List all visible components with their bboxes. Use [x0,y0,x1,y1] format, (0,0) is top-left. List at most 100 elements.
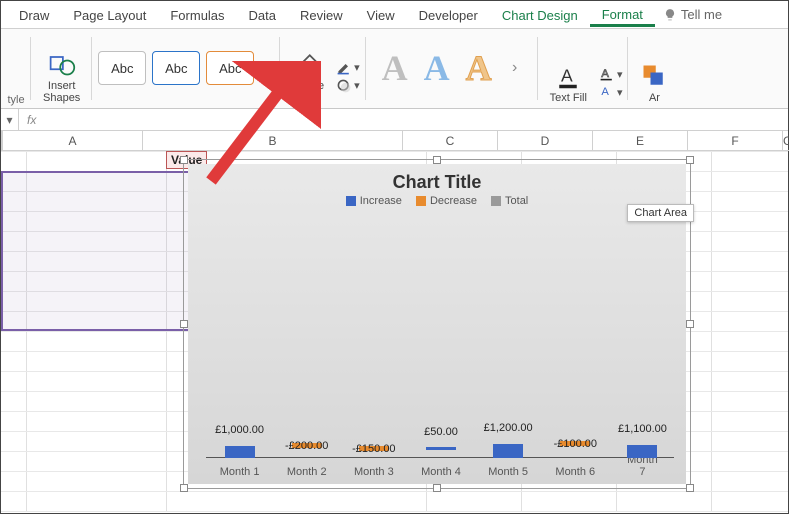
effects-icon [336,78,352,94]
data-label: £1,100.00 [618,423,667,435]
legend-increase: Increase [360,195,402,207]
x-tick-label: Month 4 [421,466,461,478]
resize-handle[interactable] [433,156,441,164]
data-label: £1,200.00 [484,422,533,434]
col-header-F[interactable]: F [688,131,783,151]
shape-style-2[interactable]: Abc [152,51,200,85]
text-fill-button[interactable]: A Text Fill [544,60,593,106]
legend-total: Total [505,195,528,207]
text-outline-button[interactable]: A▾ [599,66,623,82]
text-outline-icon: A [599,66,615,82]
paint-bucket-icon [294,50,322,78]
tab-format[interactable]: Format [590,3,655,27]
resize-handle[interactable] [686,156,694,164]
shapes-icon [48,50,76,78]
data-label: -£200.00 [285,440,328,452]
data-label: £50.00 [424,426,458,438]
truncated-label: tyle [7,94,24,106]
legend-decrease: Decrease [430,195,477,207]
shape-effects-button[interactable]: ▾ [336,78,360,94]
col-header-G[interactable]: G [783,131,789,151]
formula-bar: ▾ fx [1,109,788,131]
fx-label: fx [19,113,44,127]
shape-style-more[interactable]: › [260,59,274,77]
plot-area[interactable]: Month 1£1,000.00Month 2-£200.00Month 3-£… [206,230,674,458]
tab-formulas[interactable]: Formulas [158,4,236,25]
bar[interactable] [493,444,523,458]
wordart-style-3[interactable]: A [466,50,492,86]
col-header-A[interactable]: A [3,131,143,151]
chart-legend[interactable]: Increase Decrease Total [188,195,686,213]
shape-style-1[interactable]: Abc [98,51,146,85]
wordart-style-1[interactable]: A [382,50,408,86]
shape-fill-label: Shape Fill [292,80,324,104]
ribbon: tyle Insert Shapes Abc Abc Abc › [1,29,788,109]
col-header-C[interactable]: C [403,131,498,151]
spreadsheet-grid: A B C D E F G Value Chart Title Increase… [1,131,788,511]
bar[interactable] [426,447,456,450]
data-label: -£100.00 [554,438,597,450]
shape-style-3[interactable]: Abc [206,51,254,85]
tab-developer[interactable]: Developer [407,4,490,25]
selected-range [1,171,206,331]
col-header-B[interactable]: B [143,131,403,151]
x-axis-line [206,457,674,458]
arrange-icon [640,62,668,90]
text-effects-icon: A [599,84,615,100]
x-tick-label: Month 1 [220,466,260,478]
group-truncated-left: tyle [1,29,31,108]
shape-outline-button[interactable]: ▾ [336,60,360,76]
group-text-fill: A Text Fill A▾ A▾ [538,29,629,108]
text-effects-button[interactable]: A▾ [599,84,623,100]
chart-area[interactable]: Chart Title Increase Decrease Total Mont… [188,164,686,484]
bar[interactable] [627,445,657,458]
resize-handle[interactable] [180,484,188,492]
chart-object[interactable]: Chart Title Increase Decrease Total Mont… [183,159,691,489]
shape-fill-button[interactable]: Shape Fill [286,48,330,106]
column-headers: A B C D E F G [1,131,788,151]
tab-data[interactable]: Data [237,4,288,25]
data-label: -£150.00 [352,443,395,455]
resize-handle[interactable] [180,320,188,328]
insert-shapes-label: Insert Shapes [43,80,80,104]
group-shape-styles: Abc Abc Abc › [92,29,280,108]
svg-text:A: A [601,86,609,98]
x-tick-label: Month 3 [354,466,394,478]
insert-shapes-button[interactable]: Insert Shapes [37,48,86,106]
resize-handle[interactable] [686,320,694,328]
arrange-label: Ar [649,92,660,104]
chart-title[interactable]: Chart Title [188,164,686,195]
col-header-D[interactable]: D [498,131,593,151]
x-tick-label: Month 2 [287,466,327,478]
chevron-down-icon: ▾ [354,61,360,74]
legend-swatch-increase [346,196,356,206]
tab-page-layout[interactable]: Page Layout [61,4,158,25]
tab-draw[interactable]: Draw [7,4,61,25]
data-label: £1,000.00 [215,424,264,436]
tab-chart-design[interactable]: Chart Design [490,4,590,25]
svg-text:A: A [561,65,573,85]
tab-review[interactable]: Review [288,4,355,25]
ribbon-tabs: Draw Page Layout Formulas Data Review Vi… [1,1,788,29]
col-header-E[interactable]: E [593,131,688,151]
text-fill-label: Text Fill [550,92,587,104]
resize-handle[interactable] [433,484,441,492]
resize-handle[interactable] [180,156,188,164]
group-insert-shapes: Insert Shapes [31,29,92,108]
legend-swatch-total [491,196,501,206]
bar[interactable] [225,446,255,458]
resize-handle[interactable] [686,484,694,492]
text-fill-icon: A [554,62,582,90]
tell-me[interactable]: Tell me [663,7,722,22]
tab-view[interactable]: View [355,4,407,25]
x-tick-label: Month 6 [555,466,595,478]
name-box-dropdown[interactable]: ▾ [1,109,19,130]
wordart-style-2[interactable]: A [424,50,450,86]
wordart-style-more[interactable]: › [508,59,522,77]
arrange-button[interactable]: Ar [634,60,674,106]
group-wordart-styles: A A A › [366,29,538,108]
pencil-icon [336,60,352,76]
chevron-down-icon: ▾ [354,79,360,92]
svg-text:A: A [601,68,609,80]
group-shape-fill: Shape Fill ▾ ▾ [280,29,365,108]
